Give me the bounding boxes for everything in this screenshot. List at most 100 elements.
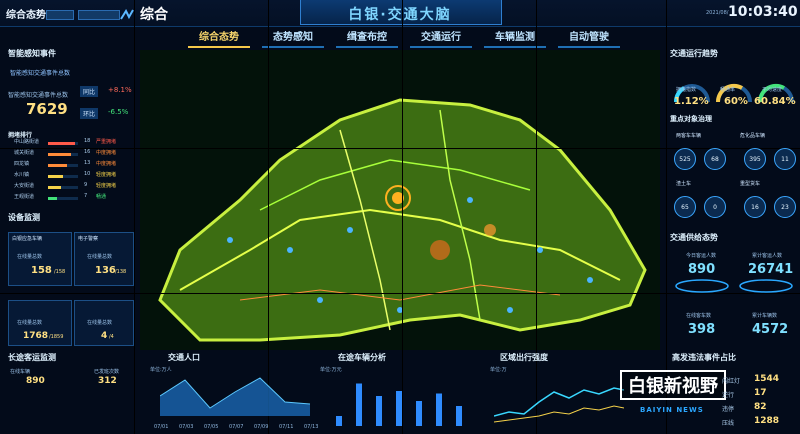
clock: 10:03:40	[728, 4, 798, 20]
vehicle-bar	[356, 383, 362, 426]
map-area[interactable]	[140, 50, 660, 350]
rank-row-num: 16	[84, 149, 91, 155]
people-tick-label: 07/03	[179, 424, 194, 430]
area-series	[160, 378, 310, 416]
channel-watermark-en: BAIYIN NEWS	[640, 406, 704, 414]
rank-bar	[48, 153, 71, 156]
rank-bar	[48, 164, 67, 167]
device-title: 设备监测	[8, 213, 40, 222]
supply-today: 890	[688, 262, 716, 277]
vehicle-bar	[336, 416, 342, 426]
people-tick-label: 07/07	[229, 424, 244, 430]
flow-line-chart	[494, 387, 624, 423]
people-title: 交通人口	[168, 353, 200, 362]
rank-row-name: 四龙镇	[14, 161, 30, 167]
events-total-label: 智能感知交通事件总数	[8, 92, 69, 99]
tab-overview[interactable]: 综合态势	[188, 28, 250, 48]
rank-row-num: 9	[84, 182, 88, 188]
people-area-chart	[160, 377, 311, 416]
mom-label: 环比	[80, 108, 99, 119]
focus-stat[interactable]: 68	[704, 148, 726, 170]
supply-total: 26741	[748, 262, 794, 277]
rank-row-num: 18	[84, 138, 91, 144]
rank-row-level: 中度拥堵	[96, 161, 117, 167]
rank-row-level: 轻度拥堵	[96, 183, 117, 189]
illegal-label: 违停	[722, 406, 735, 413]
rank-bar	[48, 186, 61, 189]
focus-stat[interactable]: 525	[674, 148, 696, 170]
device-card-3[interactable]: 在线量总数 1768 /1859	[8, 300, 72, 346]
supply-cumulative: 4572	[752, 322, 789, 337]
filter-dropdown[interactable]	[46, 10, 74, 20]
bus-online-value: 890	[26, 376, 45, 386]
focus-stat[interactable]: 0	[704, 196, 726, 218]
focus-stat[interactable]: 23	[774, 196, 796, 218]
screen-seam	[666, 0, 667, 434]
supply-rings	[675, 279, 793, 293]
screen-seam	[134, 0, 135, 434]
people-tick-label: 07/05	[204, 424, 219, 430]
page-title: 白银·交通大脑	[348, 7, 452, 23]
people-tick-label: 07/11	[279, 424, 294, 430]
rank-row-level: 严重拥堵	[96, 139, 117, 145]
bus-dispatch-value: 312	[98, 376, 117, 386]
rank-bar	[48, 175, 63, 178]
rank-row-name: 水川镇	[14, 172, 30, 178]
device-card-emergency[interactable]: 白银应急车辆 在线量总数 158 /158	[8, 232, 72, 286]
illegal-value: 17	[754, 388, 767, 398]
vehicle-bar	[436, 393, 442, 426]
focus-stat[interactable]: 16	[744, 196, 766, 218]
yoy-value: +8.1%	[108, 86, 132, 94]
tab-perception[interactable]: 态势感知	[262, 28, 324, 48]
people-tick-label: 07/09	[254, 424, 269, 430]
filter-dropdown-2[interactable]	[78, 10, 120, 20]
screen-seam	[268, 0, 269, 434]
rank-row-level: 中度拥堵	[96, 150, 117, 156]
gauge-congestion: 1.12%	[674, 96, 709, 107]
focus-stat[interactable]: 65	[674, 196, 696, 218]
supply-title: 交通供给态势	[670, 233, 718, 242]
rank-row-name: 中山路街道	[14, 139, 40, 145]
rank-row-level: 轻度拥堵	[96, 172, 117, 178]
left-title: 综合态势	[6, 10, 46, 21]
focus-title: 重点对象治理	[670, 115, 712, 123]
logo-text: 综合	[140, 7, 168, 23]
people-tick-label: 07/13	[304, 424, 319, 430]
rank-bar	[48, 197, 57, 200]
gauge-speed: 60.84%	[754, 96, 796, 107]
bus-title: 长途客运监测	[8, 353, 56, 362]
tab-autodrive[interactable]: 自动管驶	[558, 28, 620, 48]
illegal-label: 闯红灯	[722, 378, 741, 385]
flow-title: 区域出行强度	[500, 353, 548, 362]
vehicle-bar	[396, 391, 402, 426]
traffic-title: 交通运行趋势	[670, 49, 718, 58]
illegal-title: 高发违法事件占比	[672, 353, 736, 362]
events-total: 7629	[26, 100, 68, 118]
supply-online: 398	[688, 322, 716, 337]
top-header: 综合态势 综合 白银·交通大脑 2021/08/ 10:03:40	[0, 0, 800, 27]
rank-row-num: 10	[84, 171, 91, 177]
vehicle-bar	[456, 406, 462, 426]
rank-row-name: 大安街道	[14, 183, 35, 189]
focus-stat[interactable]: 11	[774, 148, 796, 170]
tab-control[interactable]: 缉查布控	[336, 28, 398, 48]
rank-row-name: 城关街道	[14, 150, 35, 156]
device-card-police[interactable]: 电子警察 在线量总数 136 /138	[74, 232, 134, 286]
rank-row-name: 王岘街道	[14, 194, 35, 200]
rank-row-level: 畅通	[96, 194, 107, 200]
illegal-label: 压线	[722, 420, 735, 427]
events-subtitle: 智能感知交通事件总数	[10, 70, 71, 77]
illegal-value: 1288	[754, 416, 780, 426]
gauge-smooth: 60%	[724, 96, 748, 107]
tab-traffic[interactable]: 交通运行	[410, 28, 472, 48]
vehicle-title: 在途车辆分析	[338, 353, 386, 362]
device-card-4[interactable]: 在线量总数 4 /4	[74, 300, 134, 346]
yoy-label: 同比	[80, 86, 99, 97]
focus-stat[interactable]: 395	[744, 148, 766, 170]
channel-watermark: 白银新视野	[620, 370, 726, 400]
events-title: 智能感知事件	[8, 49, 56, 58]
vehicle-bar	[416, 401, 422, 426]
mom-value: -6.5%	[108, 108, 129, 116]
illegal-value: 1544	[754, 374, 780, 384]
vehicle-bar-chart	[336, 383, 462, 426]
